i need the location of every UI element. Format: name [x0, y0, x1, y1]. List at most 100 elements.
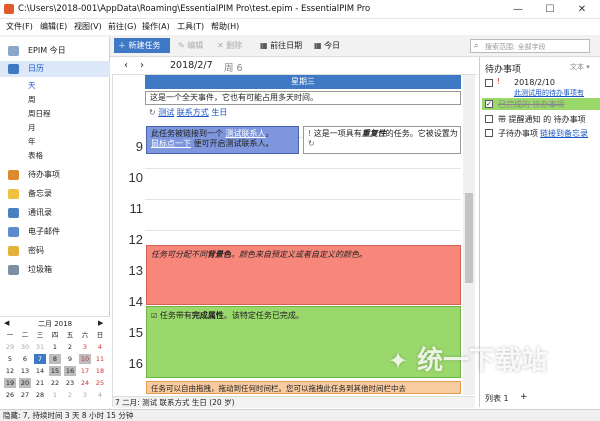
sidebar-item-contacts[interactable]: 通讯录	[0, 205, 110, 221]
sidebar-item-calendar[interactable]: 日历	[0, 61, 110, 77]
contact-link[interactable]: 测试联系人	[226, 129, 266, 138]
list-tab[interactable]: 列表 1	[485, 393, 509, 404]
calendar-day[interactable]: 31	[34, 342, 46, 352]
calendar-day[interactable]: 16	[64, 366, 76, 376]
event-emph: 重复性	[361, 129, 386, 138]
task-memo-link[interactable]: 链接到备忘录	[540, 128, 588, 139]
next-day-icon[interactable]: ›	[140, 60, 144, 71]
allday-event[interactable]: 这是一个全天事件，它也有可能占用多天时间。	[145, 91, 461, 105]
calendar-day[interactable]: 24	[79, 378, 91, 388]
today-label: 今日	[324, 41, 341, 50]
minimize-button[interactable]: —	[502, 0, 534, 19]
calendar-day[interactable]: 20	[19, 378, 31, 388]
calendar-day[interactable]: 6	[19, 354, 31, 364]
sidebar-item-tasks[interactable]: 待办事项	[0, 167, 110, 183]
menu-go[interactable]: 前往(G)	[108, 21, 136, 32]
scrollbar-thumb[interactable]	[465, 193, 473, 283]
event-repeating[interactable]: ! 这是一项具有重复性的任务。它被设置为 ↻	[303, 126, 461, 154]
task-checkbox[interactable]	[485, 79, 493, 87]
today-button[interactable]: ▦ 今日	[310, 38, 344, 53]
calendar-day[interactable]: 15	[49, 366, 61, 376]
edit-label: 编辑	[187, 41, 204, 50]
weekday-label: 五	[66, 331, 74, 339]
calendar-day[interactable]: 17	[79, 366, 91, 376]
view-table[interactable]: 表格	[0, 149, 110, 163]
birthday-prefix[interactable]: 测试	[158, 108, 174, 117]
prev-month-icon[interactable]: ◀	[4, 319, 9, 327]
birthday-link[interactable]: 联系方式	[177, 108, 209, 117]
task-label: 已完成的 待办事项	[498, 100, 565, 109]
close-button[interactable]: ✕	[566, 0, 598, 19]
click-link[interactable]: 鼠标点一下	[151, 139, 191, 148]
checkbox-icon: ☑	[151, 312, 158, 320]
delete-button[interactable]: ✕ 删除	[213, 38, 246, 53]
calendar-day[interactable]: 19	[4, 378, 16, 388]
view-year[interactable]: 年	[0, 135, 110, 149]
menu-help[interactable]: 帮助(H)	[211, 21, 239, 32]
menu-edit[interactable]: 编辑(E)	[40, 21, 67, 32]
calendar-day[interactable]: 14	[34, 366, 46, 376]
calendar-day[interactable]: 25	[94, 378, 106, 388]
task-date: 2018/2/10	[514, 78, 556, 87]
task-checkbox[interactable]	[485, 115, 493, 123]
calendar-day[interactable]: 7	[34, 354, 46, 364]
sidebar-item-passwords[interactable]: 密码	[0, 243, 110, 259]
calendar-day[interactable]: 18	[94, 366, 106, 376]
calendar-day[interactable]: 1	[49, 342, 61, 352]
calendar-day[interactable]: 30	[19, 342, 31, 352]
search-box[interactable]: ⌕ 搜索范围: 全部字段	[470, 39, 590, 53]
sidebar-item-trash[interactable]: 垃圾箱	[0, 262, 110, 278]
calendar-day[interactable]: 12	[4, 366, 16, 376]
event-colored[interactable]: 任务可分配不同背景色，颜色来自预定义或者自定义的颜色。	[146, 245, 461, 305]
calendar-day[interactable]: 3	[79, 390, 91, 400]
calendar-day[interactable]: 3	[79, 342, 91, 352]
view-day[interactable]: 天	[0, 79, 110, 93]
calendar-day[interactable]: 4	[94, 390, 106, 400]
go-to-date-button[interactable]: ▦ 前往日期	[256, 38, 306, 53]
menu-file[interactable]: 文件(F)	[6, 21, 33, 32]
calendar-day[interactable]: 5	[4, 354, 16, 364]
prev-day-icon[interactable]: ‹	[124, 60, 128, 71]
sidebar-item-email[interactable]: 电子邮件	[0, 224, 110, 240]
calendar-day[interactable]: 2	[64, 390, 76, 400]
calendar-day[interactable]: 27	[19, 390, 31, 400]
maximize-button[interactable]: ☐	[534, 0, 566, 19]
task-sub-link[interactable]: 此测试用的待办事项有	[514, 88, 584, 98]
hour-label: 11	[129, 201, 144, 216]
event-linked-contact[interactable]: 此任务被链接到一个 测试联系人。 鼠标点一下 便可开启测试联系人。	[146, 126, 299, 154]
task-checkbox[interactable]	[485, 129, 493, 137]
edit-button[interactable]: ✎ 编辑	[174, 38, 207, 53]
calendar-day[interactable]: 21	[34, 378, 46, 388]
calendar-day[interactable]: 10	[79, 354, 91, 364]
calendar-day[interactable]: 29	[4, 342, 16, 352]
view-week-agenda[interactable]: 周日程	[0, 107, 110, 121]
new-task-button[interactable]: ＋ 新建任务	[114, 38, 170, 53]
text-view-button[interactable]: 文本 ▾	[570, 62, 590, 72]
menu-view[interactable]: 视图(V)	[74, 21, 102, 32]
calendar-day[interactable]: 4	[94, 342, 106, 352]
next-month-icon[interactable]: ▶	[98, 319, 103, 327]
calendar-day[interactable]: 2	[64, 342, 76, 352]
calendar-day[interactable]: 23	[64, 378, 76, 388]
calendar-day[interactable]: 28	[34, 390, 46, 400]
calendar-day[interactable]: 9	[64, 354, 76, 364]
sidebar-item-notes[interactable]: 备忘录	[0, 186, 110, 202]
calendar-day[interactable]: 11	[94, 354, 106, 364]
notes-icon	[8, 189, 19, 199]
task-checkbox-checked[interactable]: ✓	[485, 100, 493, 108]
menu-action[interactable]: 操作(A)	[142, 21, 170, 32]
calendar-day[interactable]: 13	[19, 366, 31, 376]
view-month[interactable]: 月	[0, 121, 110, 135]
calendar-day[interactable]: 22	[49, 378, 61, 388]
view-week[interactable]: 周	[0, 93, 110, 107]
event-text: ，颜色来自预定义或者自定义的颜色。	[231, 250, 367, 259]
menu-tools[interactable]: 工具(T)	[177, 21, 204, 32]
add-list-button[interactable]: +	[520, 392, 528, 402]
event-bold: 完成属性	[191, 311, 224, 320]
task-row-completed[interactable]: ✓ 已完成的 待办事项	[482, 98, 600, 110]
calendar-day[interactable]: 1	[49, 390, 61, 400]
birthday-event[interactable]: ↻ 测试 联系方式 生日	[145, 107, 461, 120]
sidebar-item-today[interactable]: EPIM 今日	[0, 43, 110, 59]
calendar-day[interactable]: 8	[49, 354, 61, 364]
calendar-day[interactable]: 26	[4, 390, 16, 400]
